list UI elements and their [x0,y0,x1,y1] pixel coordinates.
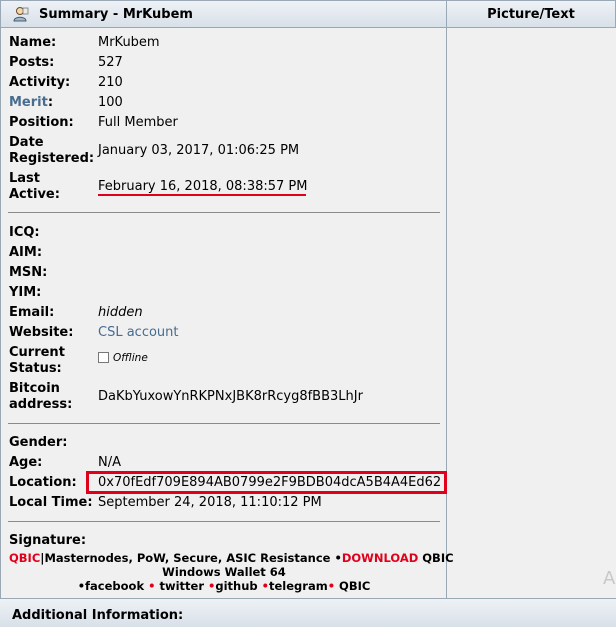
summary-header: Summary - MrKubem [0,0,447,28]
bitcoin-address-value: DaKbYuxowYnRKPNxJBK8rRcyg8fBB3LhJr [98,389,363,404]
status-value: Offline [113,352,148,364]
local-time-label: Local Time: [9,495,93,510]
local-time-value: September 24, 2018, 11:10:12 PM [98,495,322,510]
offline-status-icon [98,352,109,363]
aim-label: AIM: [9,245,43,260]
activity-label: Activity: [9,75,71,90]
last-active-highlight-underline [98,194,306,196]
email-value: hidden [98,305,143,320]
signature-twitter-link[interactable]: twitter [159,579,204,593]
signature-qbic-tail-link[interactable]: QBIC [335,579,370,593]
age-value: N/A [98,455,121,470]
yim-label: YIM: [9,285,42,300]
signature-download-link[interactable]: DOWNLOAD [342,551,418,565]
date-registered-value: January 03, 2017, 01:06:25 PM [98,143,300,158]
signature-github-link[interactable]: github [215,579,257,593]
merit-value: 100 [98,95,123,110]
picture-text-header: Picture/Text [446,0,616,28]
additional-information-title: Additional Information: [12,608,184,623]
merit-link[interactable]: Merit [9,95,48,110]
posts-label: Posts: [9,55,55,70]
signature-bullet: • [327,579,336,593]
bitcoin-label-2: address: [9,397,73,412]
website-label: Website: [9,325,74,340]
current-status-label-2: Status: [9,361,62,376]
additional-information-header: Additional Information: [0,598,616,627]
signature-line-2: Windows Wallet 64 [162,565,286,579]
divider [8,212,440,213]
signature-text: QBIC [418,551,454,565]
merit-colon: : [47,95,54,110]
signature-facebook-link[interactable]: •facebook [78,579,144,593]
location-label: Location: [9,475,77,490]
activity-value: 210 [98,75,123,90]
email-label: Email: [9,305,55,320]
status-indicator: Offline [98,350,148,366]
signature-text: |Masternodes, PoW, Secure, ASIC Resistan… [40,551,342,565]
signature-bullet: • [257,579,269,593]
summary-title: Summary - MrKubem [39,7,193,22]
merit-label: Merit: [9,95,53,111]
gender-label: Gender: [9,435,68,450]
last-active-label-2: Active: [9,187,60,202]
last-active-label-1: Last [9,171,41,186]
signature-line-3: •facebook • twitter •github •telegram• Q… [9,579,439,593]
current-status-label-1: Current [9,345,65,360]
posts-value: 527 [98,55,123,70]
icq-label: ICQ: [9,225,40,240]
signature-qbic-link[interactable]: QBIC [9,551,40,565]
divider [8,423,440,424]
date-registered-label-1: Date [9,135,44,150]
signature-telegram-link[interactable]: telegram [269,579,328,593]
msn-label: MSN: [9,265,48,280]
age-label: Age: [9,455,43,470]
name-label: Name: [9,35,57,50]
signature-label: Signature: [9,533,87,548]
date-registered-label-2: Registered: [9,151,95,166]
position-label: Position: [9,115,74,130]
website-link[interactable]: CSL account [98,325,179,341]
user-icon [13,6,29,26]
profile-details-panel [0,28,447,598]
profile-summary-window: Summary - MrKubem Picture/Text Name: MrK… [0,0,616,627]
bitcoin-label-1: Bitcoin [9,381,60,396]
last-active-value: February 16, 2018, 08:38:57 PM [98,179,308,194]
position-value: Full Member [98,115,178,130]
name-value: MrKubem [98,35,160,50]
signature-bullet: • [204,579,216,593]
location-highlight-box [86,471,447,494]
overlay-watermark-text: A [603,568,616,589]
picture-text-panel [447,28,616,598]
divider [8,521,440,522]
signature-bullet: • [144,579,160,593]
